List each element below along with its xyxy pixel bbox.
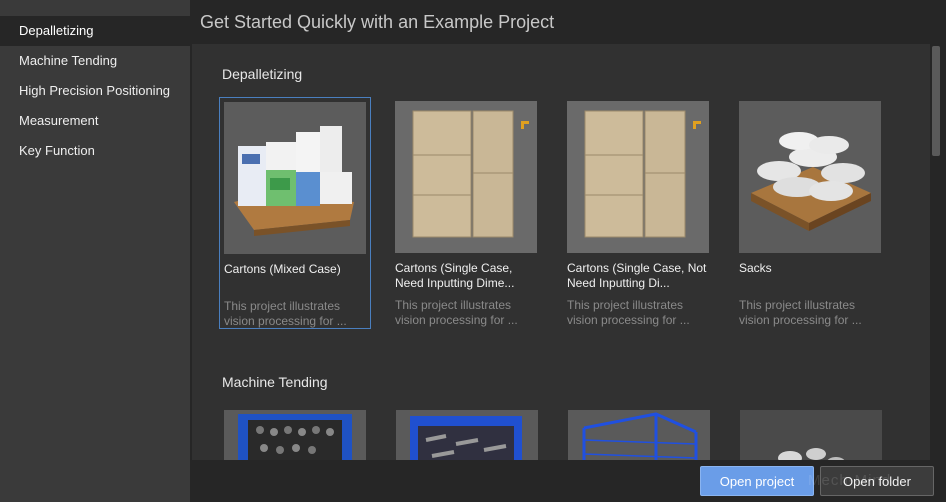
card-description: This project illustrates vision processi…: [567, 298, 690, 327]
footer-bar: Open project Open folder Mech-Mind: [190, 460, 946, 502]
sidebar-list: Depalletizing Machine Tending High Preci…: [0, 0, 190, 166]
project-card-sacks[interactable]: Sacks This project illustrates vision pr…: [735, 97, 887, 329]
sidebar-item-machine-tending[interactable]: Machine Tending: [0, 46, 190, 76]
sidebar: Depalletizing Machine Tending High Preci…: [0, 0, 190, 502]
blue-wire-basket-thumbnail[interactable]: [568, 410, 710, 460]
card-description: This project illustrates vision processi…: [224, 299, 347, 328]
sidebar-item-depalletizing[interactable]: Depalletizing: [0, 16, 190, 46]
single-carton-top-view-thumbnail: [395, 101, 537, 253]
vertical-scrollbar[interactable]: [932, 46, 940, 156]
sidebar-item-high-precision-positioning[interactable]: High Precision Positioning: [0, 76, 190, 106]
card-description: This project illustrates vision processi…: [739, 298, 862, 327]
watermark: Mech-Mind: [808, 472, 892, 489]
card-title: Sacks: [739, 261, 772, 275]
card-description: This project illustrates vision processi…: [395, 298, 518, 327]
single-carton-top-view-thumbnail: [567, 101, 709, 253]
project-card-cartons-mixed[interactable]: Cartons (Mixed Case) This project illust…: [219, 97, 371, 329]
section-title-depalletizing: Depalletizing: [222, 66, 303, 82]
blue-basket-parts-thumbnail[interactable]: [396, 410, 538, 460]
project-card-cartons-single-need-dimensions[interactable]: Cartons (Single Case, Need Inputting Dim…: [391, 97, 543, 329]
card-title: Cartons (Single Case, Not Need Inputting…: [567, 261, 707, 290]
project-card-cartons-single-no-dimensions[interactable]: Cartons (Single Case, Not Need Inputting…: [563, 97, 715, 329]
page-title: Get Started Quickly with an Example Proj…: [200, 12, 555, 32]
mixed-carton-pallet-thumbnail: [224, 102, 366, 254]
metal-parts-thumbnail[interactable]: [740, 410, 882, 460]
open-project-button[interactable]: Open project: [700, 466, 814, 496]
blue-bin-parts-thumbnail[interactable]: [224, 410, 366, 460]
sack-pallet-thumbnail: [739, 101, 881, 253]
card-title: Cartons (Single Case, Need Inputting Dim…: [395, 261, 515, 290]
section-title-machine-tending: Machine Tending: [222, 374, 328, 390]
card-title: Cartons (Mixed Case): [224, 262, 341, 276]
example-projects-panel[interactable]: Depalletizing Cartons (Mixed Case) This …: [192, 44, 930, 460]
sidebar-item-key-function[interactable]: Key Function: [0, 136, 190, 166]
main-area: Get Started Quickly with an Example Proj…: [190, 0, 946, 502]
sidebar-item-measurement[interactable]: Measurement: [0, 106, 190, 136]
